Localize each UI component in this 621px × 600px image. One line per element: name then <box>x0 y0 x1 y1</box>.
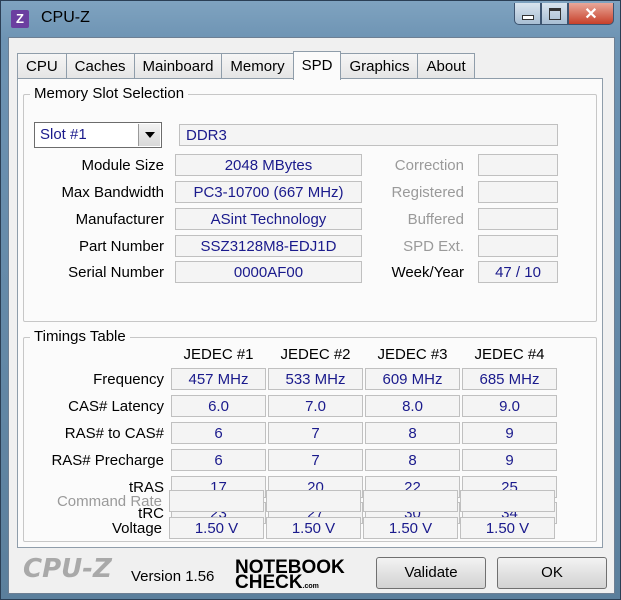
column-header-jedec-1: JEDEC #1 <box>183 346 254 363</box>
timing-cell <box>266 490 361 512</box>
validate-button[interactable]: Validate <box>376 557 486 589</box>
part-number-field: SSZ3128M8-EDJ1D <box>175 235 362 257</box>
close-button[interactable]: ✕ <box>568 3 614 25</box>
maximize-button[interactable] <box>541 3 568 25</box>
timing-cell: 609 MHz <box>365 368 460 390</box>
close-icon: ✕ <box>584 5 598 23</box>
tab-strip: CPU Caches Mainboard Memory SPD Graphics… <box>17 51 475 80</box>
registered-label: Registered <box>391 184 464 201</box>
maximize-icon <box>548 7 561 20</box>
timing-label-ras-precharge: RAS# Precharge <box>51 452 164 469</box>
timing-cell: 7.0 <box>268 395 363 417</box>
timing-cell: 8.0 <box>365 395 460 417</box>
version-label: Version 1.56 <box>131 568 215 585</box>
notebookcheck-watermark-suffix: .com <box>302 583 319 590</box>
memory-type-field: DDR3 <box>179 124 558 146</box>
tab-memory[interactable]: Memory <box>221 53 294 79</box>
week-year-label: Week/Year <box>391 264 464 281</box>
title-bar[interactable]: Z CPU-Z ✕ <box>1 1 620 37</box>
column-header-jedec-3: JEDEC #3 <box>377 346 448 363</box>
timing-cell: 7 <box>268 449 363 471</box>
correction-field <box>478 154 558 176</box>
timing-label-voltage: Voltage <box>111 520 162 537</box>
minimize-icon <box>521 15 534 20</box>
module-size-label: Module Size <box>81 157 164 174</box>
tab-spd[interactable]: SPD <box>292 51 342 80</box>
slot-select-dropdown-button[interactable] <box>138 124 160 146</box>
timing-cell: 7 <box>268 422 363 444</box>
slot-select-value: Slot #1 <box>40 126 87 143</box>
timing-cell <box>363 490 458 512</box>
timing-cell: 8 <box>365 449 460 471</box>
timing-cell: 8 <box>365 422 460 444</box>
notebookcheck-watermark-check: CHECK <box>235 572 303 593</box>
manufacturer-label: Manufacturer <box>75 211 164 228</box>
serial-number-label: Serial Number <box>68 264 164 281</box>
spd-ext-field <box>478 235 558 257</box>
registered-field <box>478 181 558 203</box>
timing-label-ras-to-cas: RAS# to CAS# <box>64 425 164 442</box>
tab-graphics[interactable]: Graphics <box>340 53 419 79</box>
timing-cell: 6 <box>171 422 266 444</box>
memory-slot-selection-group: Memory Slot Selection Slot #1 DDR3 Modul… <box>23 85 597 322</box>
timing-cell: 1.50 V <box>169 517 264 539</box>
column-header-jedec-2: JEDEC #2 <box>280 346 351 363</box>
cpu-z-window: Z CPU-Z ✕ CPU Caches Mainboard Memory SP… <box>0 0 621 600</box>
timing-label-command-rate: Command Rate <box>56 493 162 510</box>
tab-cpu[interactable]: CPU <box>17 53 67 79</box>
cpu-z-logo: CPU-Z <box>23 554 112 584</box>
tab-about[interactable]: About <box>417 53 475 79</box>
timing-cell: 6 <box>171 449 266 471</box>
spd-ext-label: SPD Ext. <box>403 238 464 255</box>
timing-cell: 1.50 V <box>266 517 361 539</box>
module-size-field: 2048 MBytes <box>175 154 362 176</box>
part-number-label: Part Number <box>78 238 164 255</box>
timing-cell: 1.50 V <box>363 517 458 539</box>
week-year-field: 47 / 10 <box>478 261 558 283</box>
timing-label-frequency: Frequency <box>93 371 164 388</box>
notebookcheck-watermark-line2: CHECK.com <box>235 572 319 594</box>
spd-panel: Memory Slot Selection Slot #1 DDR3 Modul… <box>17 78 603 548</box>
tab-mainboard[interactable]: Mainboard <box>133 53 223 79</box>
tab-caches[interactable]: Caches <box>65 53 135 79</box>
timing-cell: 9.0 <box>462 395 557 417</box>
window-title: CPU-Z <box>41 9 90 26</box>
max-bandwidth-label: Max Bandwidth <box>61 184 164 201</box>
timing-cell: 9 <box>462 449 557 471</box>
ok-button[interactable]: OK <box>497 557 607 589</box>
chevron-down-icon <box>144 132 155 138</box>
buffered-field <box>478 208 558 230</box>
column-header-jedec-4: JEDEC #4 <box>474 346 545 363</box>
manufacturer-field: ASint Technology <box>175 208 362 230</box>
timing-cell: 9 <box>462 422 557 444</box>
timing-cell: 685 MHz <box>462 368 557 390</box>
correction-label: Correction <box>394 157 464 174</box>
minimize-button[interactable] <box>514 3 541 25</box>
max-bandwidth-field: PC3-10700 (667 MHz) <box>175 181 362 203</box>
timings-table-title: Timings Table <box>30 328 130 345</box>
timing-cell: 533 MHz <box>268 368 363 390</box>
client-area: CPU Caches Mainboard Memory SPD Graphics… <box>8 37 615 594</box>
timing-cell: 457 MHz <box>171 368 266 390</box>
timing-cell <box>169 490 264 512</box>
cpu-z-app-icon: Z <box>11 10 29 28</box>
buffered-label: Buffered <box>407 211 464 228</box>
timing-label-cas-latency: CAS# Latency <box>68 398 164 415</box>
timing-cell: 6.0 <box>171 395 266 417</box>
timings-continuation: Command Rate Voltage 1.50 V 1.50 V 1.50 … <box>22 38 596 539</box>
timing-cell <box>460 490 555 512</box>
slot-select[interactable]: Slot #1 <box>34 122 162 148</box>
timing-cell: 1.50 V <box>460 517 555 539</box>
serial-number-field: 0000AF00 <box>175 261 362 283</box>
memory-slot-selection-title: Memory Slot Selection <box>30 85 189 102</box>
